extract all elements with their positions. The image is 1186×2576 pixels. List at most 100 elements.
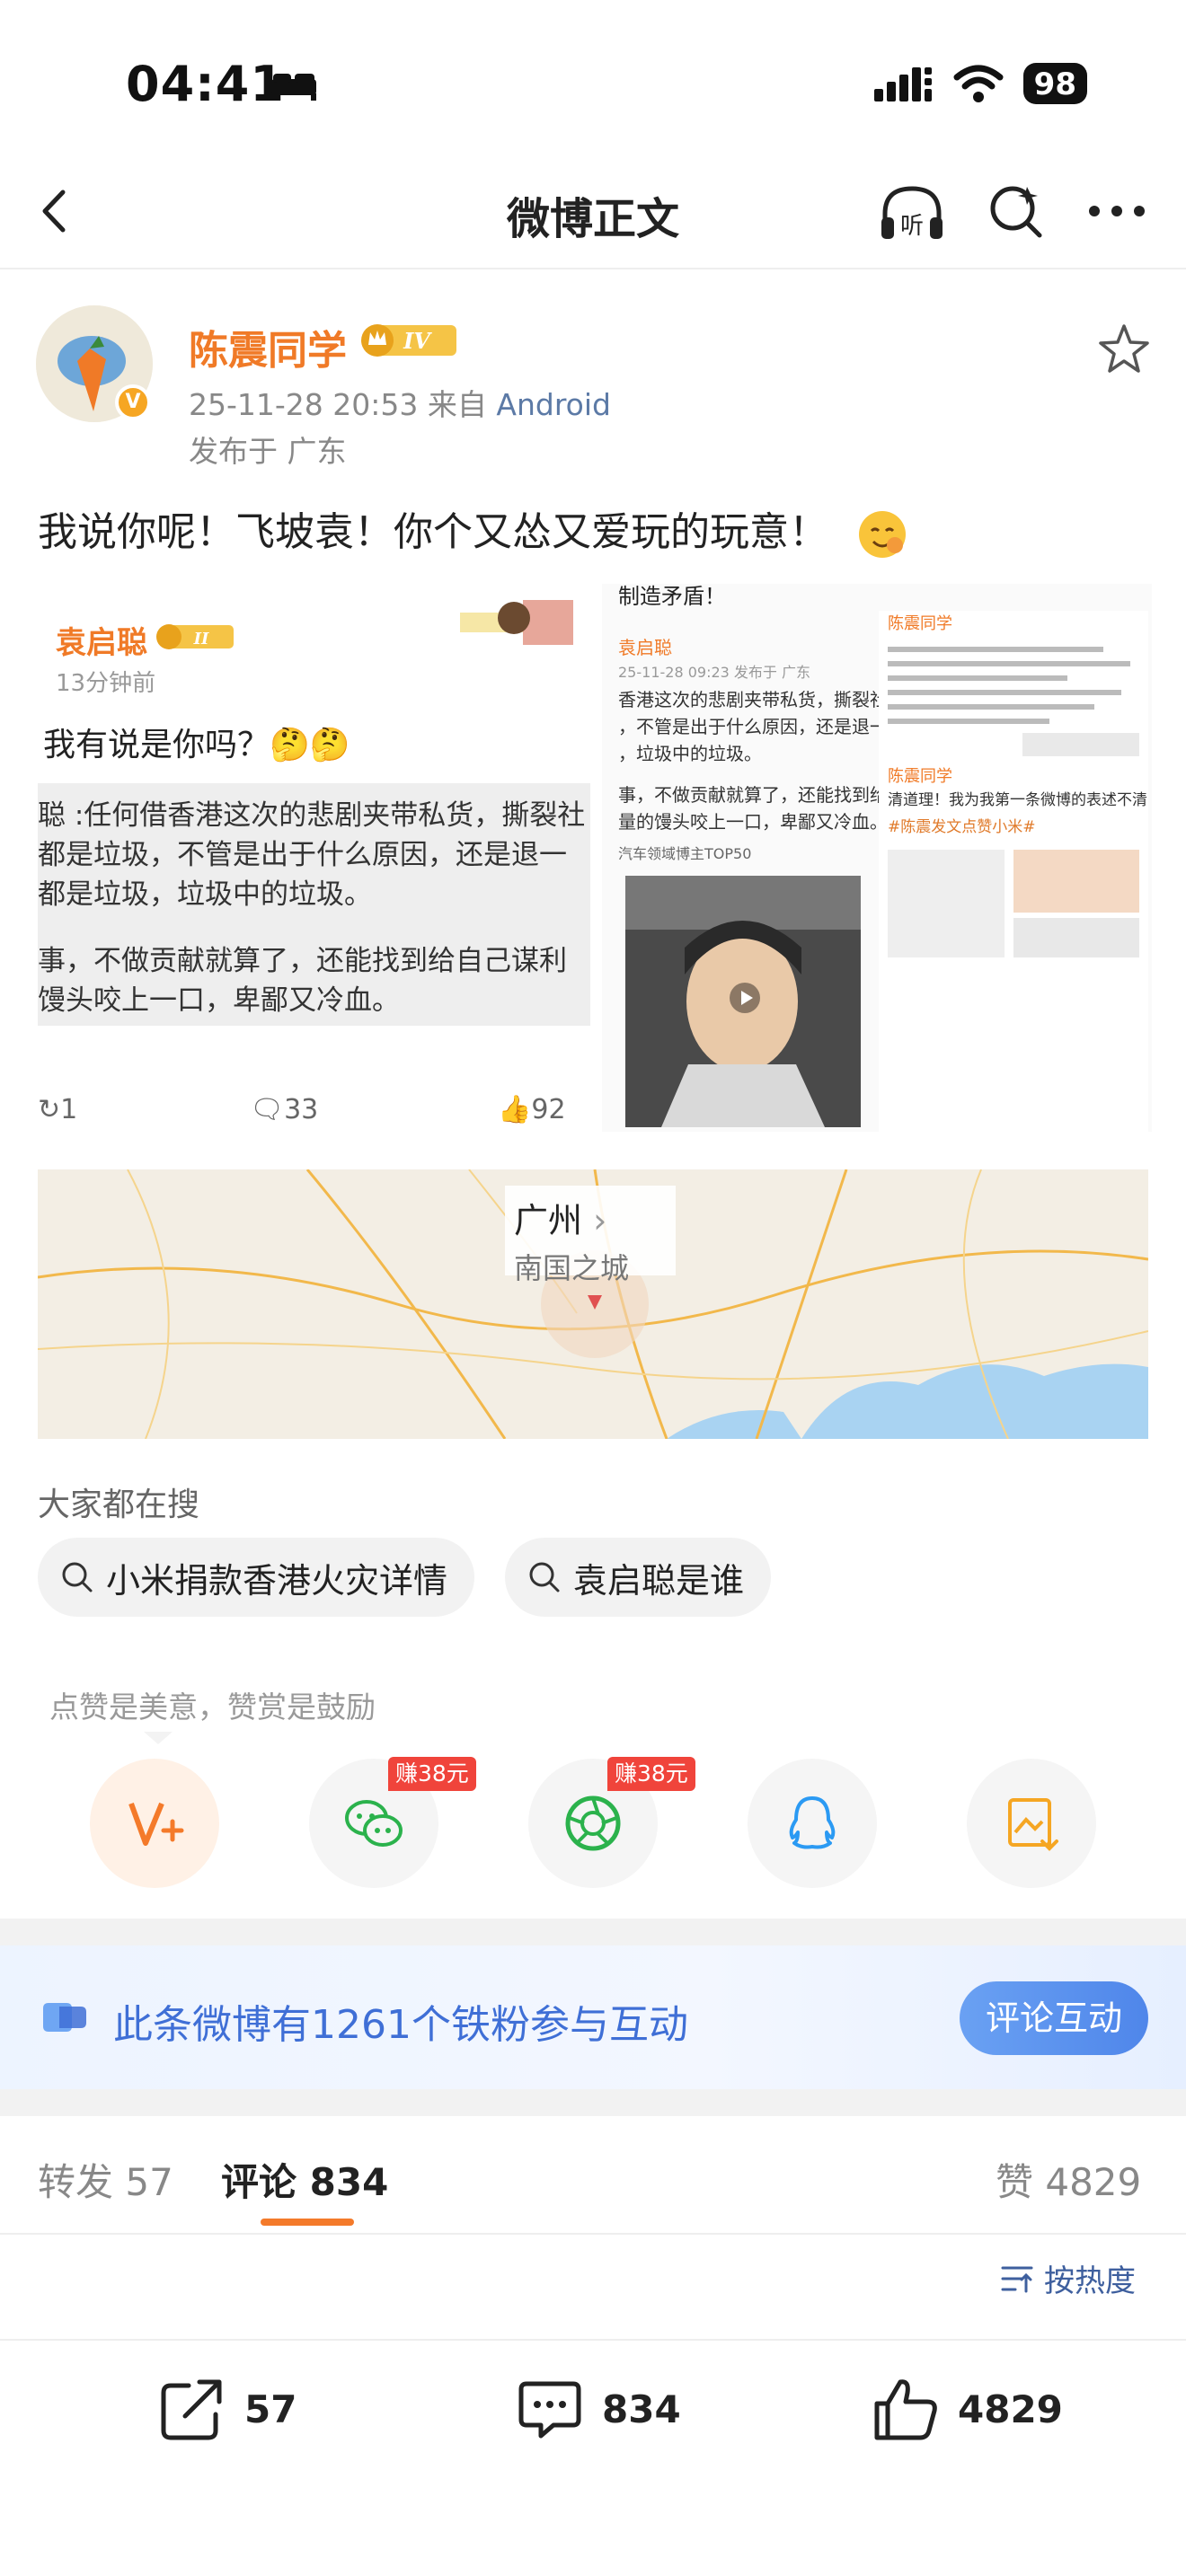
moments-icon: [565, 1795, 621, 1851]
image-thumbnails: [888, 850, 1139, 957]
post-text-content: 我说你呢！飞坡袁！你个又怂又爱玩的玩意！: [38, 509, 828, 555]
video-thumbnail[interactable]: [625, 876, 861, 1127]
quote-line: 都是垃圾，不管是出于什么原因，还是退一: [38, 839, 567, 871]
image-author-name: 袁启聪: [618, 637, 672, 658]
verified-badge: V: [115, 384, 151, 420]
tab-comment[interactable]: 评论 834: [221, 2152, 388, 2207]
image-post-time: 25-11-28 09:23 发布于 广东: [618, 664, 810, 681]
hot-search-title: 大家都在搜: [38, 1486, 200, 1523]
save-image-button[interactable]: [967, 1759, 1096, 1888]
reward-tip: 点赞是美意，赞赏是鼓励: [49, 1689, 376, 1725]
play-icon[interactable]: [729, 982, 761, 1014]
image-column-left: 制造矛盾！ 袁启聪 25-11-28 09:23 发布于 广东 香港这次的悲剧夹…: [602, 584, 888, 1132]
bottom-toolbar: 57 834 4829: [0, 2339, 1186, 2483]
share-icon: [161, 2379, 222, 2440]
comment-button[interactable]: 834: [514, 2373, 681, 2445]
more-icon[interactable]: [1085, 198, 1148, 225]
search-icon[interactable]: [984, 180, 1047, 243]
sort-button[interactable]: 按热度: [999, 2256, 1136, 2300]
svg-text:IV: IV: [403, 328, 432, 354]
qq-icon: [789, 1796, 836, 1849]
image-line: 清道理！我为我第一条微博的表述不清 道歉: [888, 791, 1152, 809]
section-divider: [0, 2089, 1186, 2116]
post-meta: 25-11-28 20:53 来自 Android: [189, 381, 611, 424]
sort-label: 按热度: [1044, 2263, 1136, 2299]
image-post-time: 13分钟前: [56, 670, 156, 697]
like-button[interactable]: 4829: [870, 2373, 1063, 2445]
earn-badge: 赚38元: [388, 1757, 476, 1791]
repost-button[interactable]: 57: [156, 2373, 296, 2445]
active-tab-indicator: [261, 2219, 354, 2226]
sleep-mode-icon: [271, 74, 316, 101]
svg-text:II: II: [193, 630, 209, 648]
svg-text:听: 听: [900, 213, 924, 240]
post-time: 25-11-28 20:53: [189, 387, 419, 422]
image-sticker: [460, 600, 573, 645]
image-footer: ↻ 1 🗨 33 👍 92: [38, 1094, 590, 1130]
image-text-block: [888, 647, 1139, 756]
post-tabs: 转发 57 评论 834 赞 4829: [0, 2116, 1186, 2235]
image-reply-text: 我有说是你吗？🤔🤔: [43, 727, 350, 763]
quote-line: 事，不做贡献就算了，还能找到给自己谋利: [38, 945, 567, 977]
image-line: ，垃圾中的垃圾。: [618, 743, 762, 764]
image-level-badge: II: [156, 624, 234, 649]
post-image-2[interactable]: 制造矛盾！ 袁启聪 25-11-28 09:23 发布于 广东 香港这次的悲剧夹…: [602, 584, 1152, 1132]
wechat-icon: [345, 1800, 403, 1847]
reward-tip-arrow: [144, 1732, 173, 1744]
quote-line: 馒头咬上一口，卑鄙又冷血。: [38, 984, 400, 1017]
image-like-count: 👍 92: [498, 1094, 566, 1125]
map-city: 广州 ›: [514, 1201, 607, 1240]
comment-icon: [518, 2381, 581, 2439]
image-line: 汽车领域博主TOP50: [618, 845, 752, 862]
nav-bar: 微博正文 听: [0, 162, 1186, 269]
location-map[interactable]: 广州 › 南国之城: [38, 1169, 1148, 1439]
section-divider: [0, 1919, 1186, 1945]
search-chip-label: 小米捐款香港火灾详情: [106, 1560, 448, 1601]
search-icon: [62, 1562, 93, 1592]
post-image-1[interactable]: 袁启聪 II 13分钟前 我有说是你吗？🤔🤔 聪 :任何借香港这次的悲剧夹带私货…: [38, 584, 590, 1132]
level-badge: IV: [361, 324, 456, 357]
wifi-icon: [953, 65, 1004, 102]
tab-repost[interactable]: 转发 57: [38, 2152, 173, 2207]
image-comment-count: 🗨 33: [250, 1094, 319, 1125]
image-repost-count: ↻ 1: [38, 1094, 78, 1125]
fans-badge-icon: [43, 2003, 86, 2032]
thumbs-up-icon: [874, 2379, 937, 2440]
share-qq-button[interactable]: [748, 1759, 877, 1888]
post-source[interactable]: Android: [496, 387, 611, 422]
favorite-star-icon[interactable]: [1096, 322, 1152, 377]
search-chip[interactable]: 小米捐款香港火灾详情: [38, 1538, 475, 1617]
listen-icon[interactable]: 听: [876, 178, 948, 250]
image-author-name: 袁启聪: [56, 625, 147, 661]
reward-v-plus-icon: [128, 1802, 184, 1846]
fans-text: 此条微博有1261个铁粉参与互动: [113, 2002, 688, 2048]
image-line: ，不管是出于什么原因，还是退一: [618, 716, 888, 737]
comment-interact-button[interactable]: 评论互动: [960, 1981, 1148, 2055]
map-slogan: 南国之城: [514, 1251, 630, 1285]
status-bar: 04:41 98: [0, 0, 1186, 162]
image-column-right: 陈震同学 陈震同学 清道理！我为我第一条微博的表述不清 道歉 #陈震发文点赞小米…: [879, 611, 1152, 1132]
search-chip-label: 袁启聪是谁: [573, 1560, 745, 1601]
sort-icon: [1001, 2266, 1033, 2292]
signal-icon: [873, 67, 932, 101]
like-count: 4829: [958, 2386, 1063, 2431]
quote-line: 都是垃圾，垃圾中的垃圾。: [38, 878, 372, 911]
reward-button[interactable]: [90, 1759, 219, 1888]
repost-count: 57: [244, 2386, 297, 2431]
post-header: V 陈震同学 IV 25-11-28 20:53 来自 Android 发布于 …: [0, 269, 1186, 476]
image-line: 事，不做贡献就算了，还能找到给: [618, 784, 888, 806]
image-tag: #陈震发文点赞小米#: [888, 818, 1036, 836]
post-text: 我说你呢！飞坡袁！你个又怂又爱玩的玩意！: [38, 499, 909, 561]
status-time: 04:41: [126, 56, 285, 112]
tab-like[interactable]: 赞 4829: [996, 2152, 1141, 2207]
comment-count: 834: [602, 2386, 681, 2431]
search-chip[interactable]: 袁启聪是谁: [505, 1538, 772, 1617]
image-line: 量的馒头咬上一口，卑鄙又冷血。: [618, 811, 888, 833]
earn-badge: 赚38元: [607, 1757, 695, 1791]
fans-interaction-banner[interactable]: 此条微博有1261个铁粉参与互动 评论互动: [0, 1945, 1186, 2089]
author-name[interactable]: 陈震同学: [189, 318, 347, 375]
quote-line: 聪 :任何借香港这次的悲剧夹带私货，撕裂社: [38, 799, 586, 832]
map-city-card[interactable]: 广州 › 南国之城: [505, 1186, 676, 1285]
image-heading: 制造矛盾！: [618, 584, 726, 609]
post-from: 来自: [427, 387, 487, 422]
